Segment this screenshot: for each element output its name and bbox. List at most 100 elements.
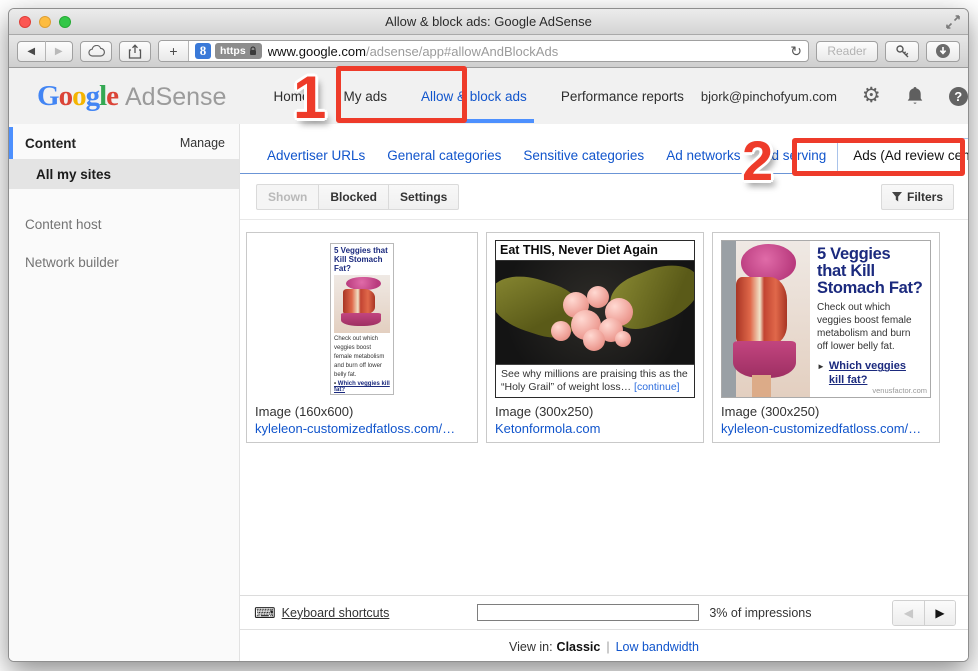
- sidebar-item-all-my-sites[interactable]: All my sites: [9, 159, 239, 189]
- sidebar: Content Manage All my sites Content host…: [9, 124, 240, 662]
- ad-1-domain-link[interactable]: kyleleon-customizedfatloss.com/…: [255, 421, 469, 436]
- pager-bar: ⌨ Keyboard shortcuts 3% of impressions ◀…: [240, 595, 968, 629]
- ad-1-link: Which veggies kill fat?: [334, 381, 390, 393]
- tab-general-categories[interactable]: General categories: [376, 139, 512, 173]
- browser-window: Allow & block ads: Google AdSense ◀ ▶ + …: [8, 8, 969, 662]
- annotation-number-1: 1: [293, 63, 326, 132]
- app-header: Google AdSense Home My ads Allow & block…: [9, 68, 968, 124]
- view-toolbar: Shown Blocked Settings Filters: [240, 174, 968, 219]
- tab-ad-networks[interactable]: Ad networks: [655, 139, 751, 173]
- zoom-button[interactable]: [59, 16, 71, 28]
- nav-performance-reports[interactable]: Performance reports: [544, 68, 701, 124]
- ad-card-2[interactable]: Eat THIS, Never Diet Again: [486, 232, 704, 443]
- reload-icon[interactable]: ↻: [790, 43, 802, 60]
- google-adsense-logo: Google AdSense: [37, 80, 226, 113]
- ad-1-torso-image: [334, 275, 390, 333]
- https-label: https: [220, 45, 246, 57]
- low-bandwidth-link[interactable]: Low bandwidth: [616, 640, 699, 654]
- fullscreen-icon[interactable]: [946, 15, 960, 29]
- https-badge: https: [215, 43, 262, 59]
- url-host: www.google.com: [268, 44, 366, 59]
- app-body: Content Manage All my sites Content host…: [9, 124, 968, 662]
- share-icon: [128, 44, 142, 59]
- app-footer: View in: Classic | Low bandwidth: [240, 629, 968, 662]
- view-classic: Classic: [557, 640, 601, 654]
- filters-button[interactable]: Filters: [881, 184, 954, 210]
- ad-3-watermark: venusfactor.com: [872, 386, 927, 395]
- history-nav-group: ◀ ▶: [17, 41, 73, 62]
- keyboard-shortcuts-link[interactable]: Keyboard shortcuts: [282, 606, 390, 620]
- ad-2-caption: See why millions are praising this as th…: [496, 364, 694, 397]
- annotation-box-ad-review-center: [792, 138, 965, 176]
- previous-page-button[interactable]: ◀: [893, 601, 924, 625]
- back-button[interactable]: ◀: [18, 41, 45, 62]
- minimize-button[interactable]: [39, 16, 51, 28]
- keyboard-shortcuts[interactable]: ⌨ Keyboard shortcuts: [254, 604, 389, 622]
- sidebar-section-content: Content Manage: [9, 127, 239, 159]
- sidebar-item-network-builder[interactable]: Network builder: [9, 247, 239, 277]
- ad-1-body-text: Check out which veggies boost female met…: [334, 335, 390, 380]
- ad-2-format: Image (300x250): [495, 404, 695, 419]
- view-in-label: View in:: [509, 640, 553, 654]
- ad-2-creative[interactable]: Eat THIS, Never Diet Again: [495, 240, 695, 398]
- url-bar[interactable]: + 8 https www.google.com/adsense/app#all…: [158, 40, 809, 62]
- reader-button[interactable]: Reader: [816, 41, 878, 62]
- header-right: bjork@pinchofyum.com ⚙ ?: [701, 86, 968, 106]
- impressions-label: 3% of impressions: [709, 606, 811, 620]
- url-path: /adsense/app#allowAndBlockAds: [366, 44, 558, 59]
- tab-sensitive-categories[interactable]: Sensitive categories: [512, 139, 655, 173]
- ad-2-domain-link[interactable]: Ketonformola.com: [495, 421, 695, 436]
- traffic-lights: [19, 16, 71, 28]
- shown-button[interactable]: Shown: [256, 184, 319, 210]
- view-button-group: Shown Blocked Settings: [256, 184, 459, 210]
- ad-3-domain-link[interactable]: kyleleon-customizedfatloss.com/…: [721, 421, 931, 436]
- cloud-icon: [88, 45, 103, 56]
- account-email[interactable]: bjork@pinchofyum.com: [701, 89, 837, 104]
- ad-2-continue-link[interactable]: [continue]: [634, 381, 680, 393]
- ad-3-creative[interactable]: 5 Veggies that Kill Stomach Fat? Check o…: [721, 240, 931, 398]
- lock-icon: [249, 46, 257, 56]
- manage-link[interactable]: Manage: [180, 136, 225, 150]
- new-tab-button[interactable]: +: [159, 41, 189, 61]
- main-content: Advertiser URLs General categories Sensi…: [240, 124, 968, 662]
- browser-toolbar: ◀ ▶ + 8 https www.google.com/adsense/app…: [9, 35, 968, 68]
- icloud-button[interactable]: [80, 41, 112, 62]
- ad-3-torso-image: [722, 241, 810, 397]
- ad-2-headline: Eat THIS, Never Diet Again: [496, 241, 694, 261]
- close-button[interactable]: [19, 16, 31, 28]
- settings-gear-icon[interactable]: ⚙: [862, 86, 881, 106]
- forward-button[interactable]: ▶: [45, 41, 73, 62]
- annotation-box-allow-block-ads: [336, 66, 467, 123]
- ad-card-1[interactable]: 5 Veggies that Kill Stomach Fat? Check o…: [246, 232, 478, 443]
- google-favicon-icon: 8: [195, 43, 211, 59]
- share-button[interactable]: [119, 41, 151, 62]
- sidebar-section-title: Content: [25, 136, 76, 151]
- footer-separator: |: [606, 640, 609, 654]
- download-icon: [935, 43, 951, 59]
- blocked-button[interactable]: Blocked: [318, 184, 389, 210]
- notifications-bell-icon[interactable]: [906, 86, 924, 106]
- annotation-number-2: 2: [742, 128, 773, 193]
- window-title: Allow & block ads: Google AdSense: [385, 14, 592, 29]
- tab-advertiser-urls[interactable]: Advertiser URLs: [256, 139, 376, 173]
- help-icon[interactable]: ?: [949, 87, 968, 106]
- ad-card-3[interactable]: 5 Veggies that Kill Stomach Fat? Check o…: [712, 232, 940, 443]
- password-key-button[interactable]: [885, 41, 919, 62]
- ad-3-caret-icon: ►: [817, 362, 825, 371]
- ad-1-creative[interactable]: 5 Veggies that Kill Stomach Fat? Check o…: [255, 240, 469, 398]
- impressions-progress-bar: [477, 604, 699, 621]
- settings-button[interactable]: Settings: [388, 184, 459, 210]
- ad-3-link[interactable]: Which veggies kill fat?: [829, 360, 923, 386]
- pagination: ◀ ▶: [892, 600, 956, 626]
- sidebar-item-content-host[interactable]: Content host: [9, 209, 239, 239]
- google-logo: Google: [37, 80, 118, 113]
- ad-1-format: Image (160x600): [255, 404, 469, 419]
- key-icon: [895, 44, 910, 59]
- downloads-button[interactable]: [926, 41, 960, 62]
- ad-3-headline: 5 Veggies that Kill Stomach Fat?: [817, 246, 923, 296]
- adsense-wordmark: AdSense: [125, 83, 226, 112]
- ad-2-photo: [496, 261, 694, 364]
- filter-funnel-icon: [892, 192, 902, 202]
- url-text[interactable]: www.google.com/adsense/app#allowAndBlock…: [268, 44, 559, 59]
- next-page-button[interactable]: ▶: [924, 601, 955, 625]
